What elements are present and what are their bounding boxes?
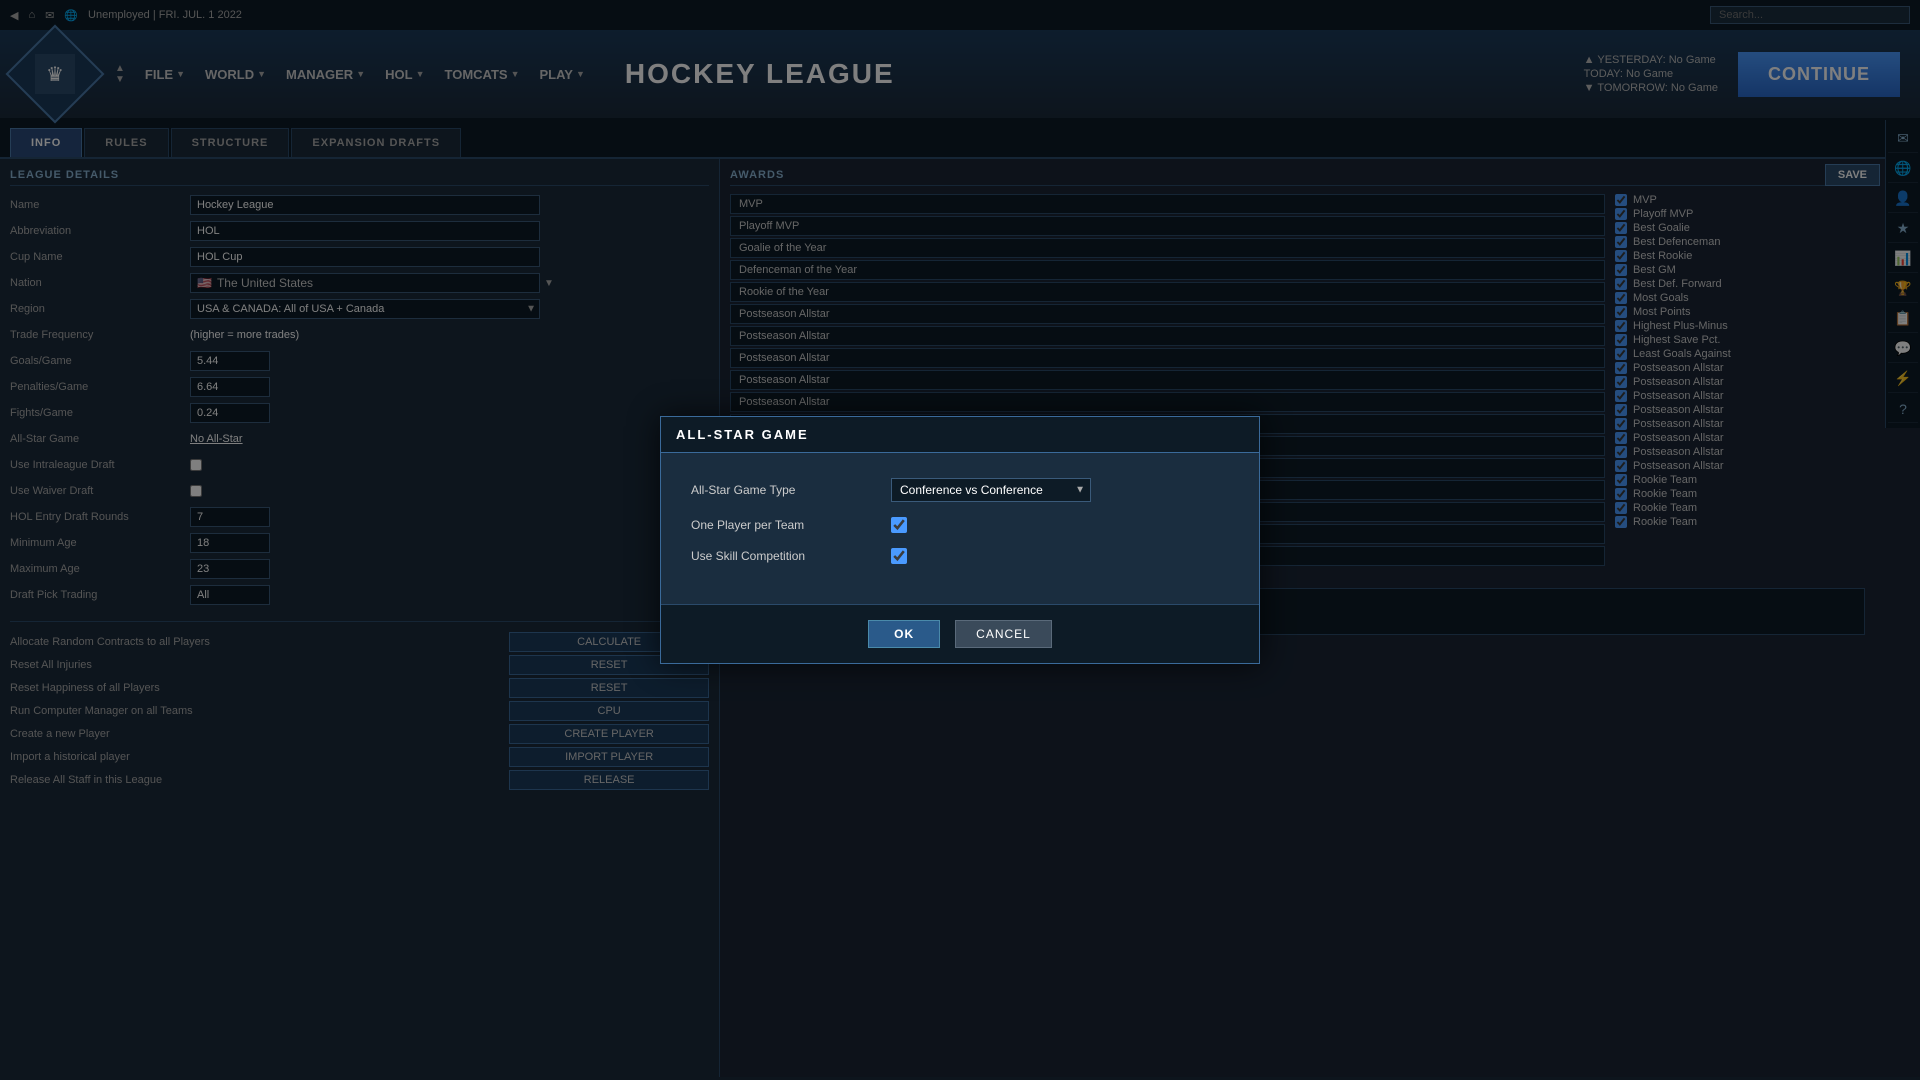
allstar-modal: ALL-STAR GAME All-Star Game Type Confere… xyxy=(660,416,1260,664)
modal-row-game-type: All-Star Game Type Conference vs Confere… xyxy=(691,478,1229,502)
modal-body: All-Star Game Type Conference vs Confere… xyxy=(661,453,1259,604)
modal-check-one-player[interactable] xyxy=(891,517,907,533)
modal-footer: OK CANCEL xyxy=(661,604,1259,663)
modal-label-skill-comp: Use Skill Competition xyxy=(691,549,891,563)
modal-check-skill-comp[interactable] xyxy=(891,548,907,564)
modal-title: ALL-STAR GAME xyxy=(661,417,1259,453)
modal-label-one-player: One Player per Team xyxy=(691,518,891,532)
modal-overlay[interactable]: ALL-STAR GAME All-Star Game Type Confere… xyxy=(0,0,1920,1080)
modal-cancel-button[interactable]: CANCEL xyxy=(955,620,1052,648)
modal-ok-button[interactable]: OK xyxy=(868,620,940,648)
modal-row-skill-comp: Use Skill Competition xyxy=(691,548,1229,564)
modal-game-type-wrapper: Conference vs Conference ▼ xyxy=(891,478,1091,502)
modal-label-game-type: All-Star Game Type xyxy=(691,483,891,497)
modal-game-type-select[interactable]: Conference vs Conference xyxy=(891,478,1091,502)
modal-row-one-player: One Player per Team xyxy=(691,517,1229,533)
